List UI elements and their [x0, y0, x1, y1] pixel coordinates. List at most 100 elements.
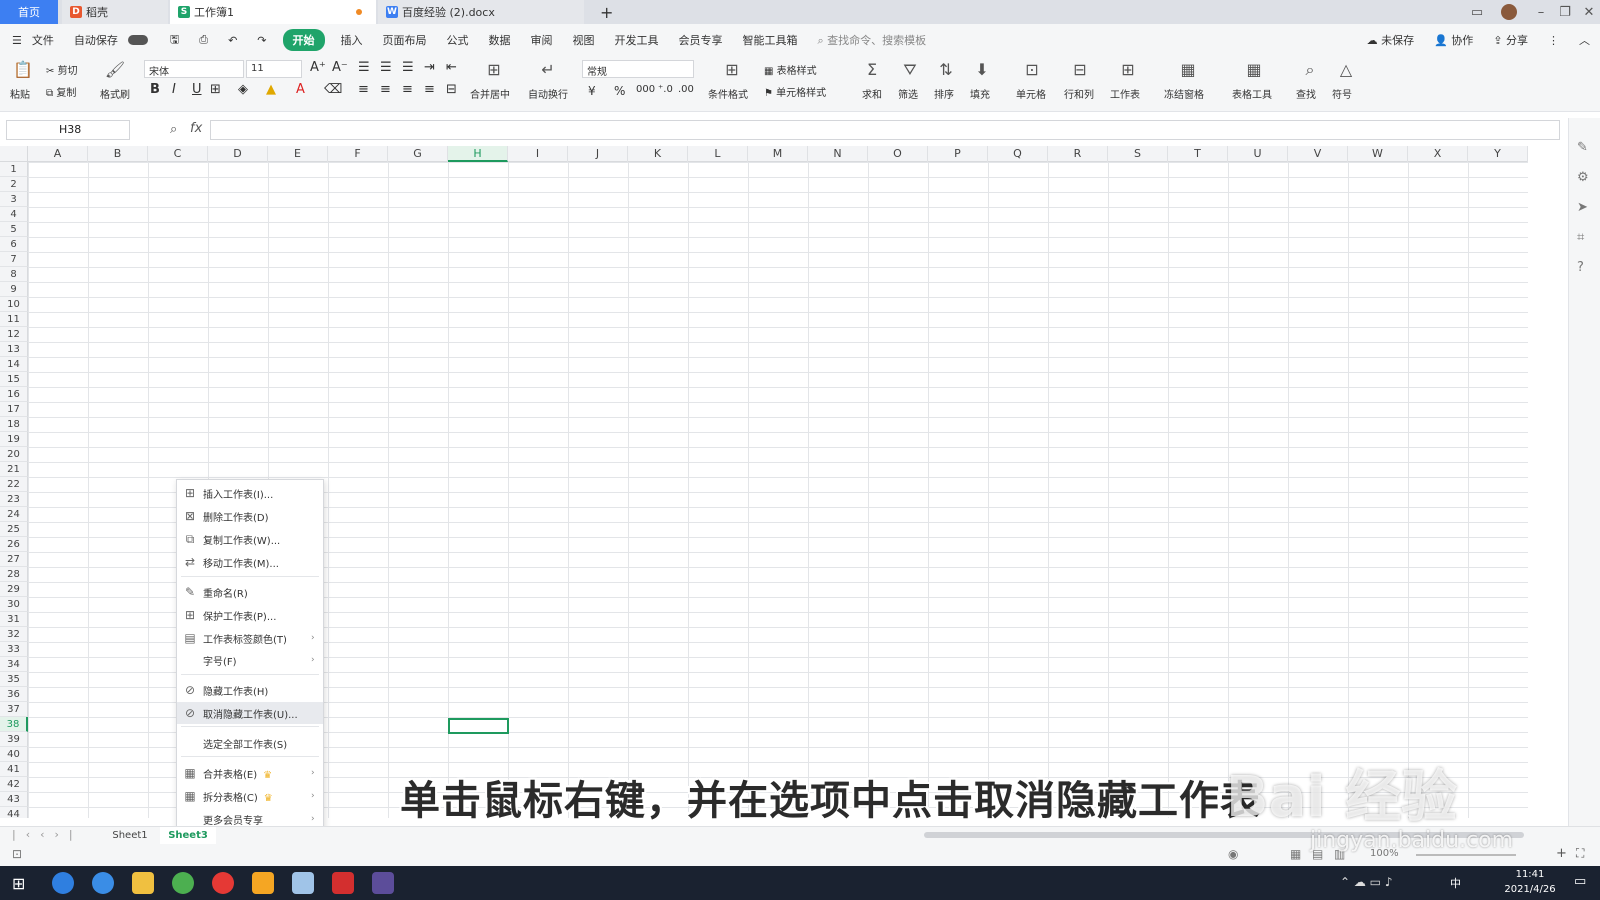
sheet-nav-arrows-icon[interactable]: |‹‹›| — [12, 828, 83, 841]
command-search[interactable]: ⌕ 查找命令、搜索模板 — [808, 32, 937, 48]
cell-icon[interactable]: ⊡ — [1020, 60, 1044, 79]
fill-color-icon[interactable]: ◈ — [238, 82, 248, 97]
column-header[interactable]: K — [628, 146, 688, 162]
column-header[interactable]: W — [1348, 146, 1408, 162]
font-family-select[interactable]: 宋体 — [144, 60, 244, 78]
font-size-select[interactable]: 11 — [246, 60, 302, 78]
column-header[interactable]: X — [1408, 146, 1468, 162]
sort-icon[interactable]: ⇅ — [934, 60, 958, 79]
row-header[interactable]: 16 — [0, 387, 28, 402]
minimize-icon[interactable]: – — [1530, 2, 1552, 22]
more-icon[interactable]: ⋮ — [1538, 34, 1569, 47]
decrease-font-icon[interactable]: A⁻ — [332, 60, 348, 75]
border-icon[interactable]: ⊞ — [210, 82, 221, 97]
column-header[interactable]: V — [1288, 146, 1348, 162]
row-header[interactable]: 14 — [0, 357, 28, 372]
table-tools-button[interactable]: 表格工具 — [1232, 86, 1272, 101]
row-col-icon[interactable]: ⊟ — [1068, 60, 1092, 79]
align-middle-icon[interactable]: ☰ — [380, 60, 392, 75]
column-header[interactable]: I — [508, 146, 568, 162]
filter-icon[interactable]: ⛛ — [898, 60, 922, 80]
crop-icon[interactable]: ⌗ — [1577, 230, 1584, 245]
column-header[interactable]: S — [1108, 146, 1168, 162]
row-header[interactable]: 41 — [0, 762, 28, 777]
row-header[interactable]: 2 — [0, 177, 28, 192]
column-header[interactable]: L — [688, 146, 748, 162]
zoom-in-icon[interactable]: + — [1556, 846, 1567, 861]
row-header[interactable]: 22 — [0, 477, 28, 492]
worksheet-icon[interactable]: ⊞ — [1116, 60, 1140, 79]
menu-view[interactable]: 视图 — [563, 32, 605, 48]
format-painter-icon[interactable]: 🖌 — [104, 60, 126, 79]
macro-record-icon[interactable]: ⊡ — [12, 847, 22, 861]
justify-icon[interactable]: ≡ — [424, 82, 435, 97]
media-player-icon[interactable] — [372, 872, 394, 894]
active-cell[interactable] — [448, 718, 509, 734]
column-header[interactable]: T — [1168, 146, 1228, 162]
row-header[interactable]: 7 — [0, 252, 28, 267]
row-header[interactable]: 35 — [0, 672, 28, 687]
copy-button[interactable]: ⧉ 复制 — [46, 84, 76, 99]
table-style-button[interactable]: ▦ 表格样式 — [764, 62, 817, 77]
menu-review[interactable]: 审阅 — [521, 32, 563, 48]
browser-icon[interactable] — [92, 872, 114, 894]
freeze-panes-button[interactable]: 冻结窗格 — [1164, 86, 1204, 101]
ctx-unhide-sheet[interactable]: ⊘ 取消隐藏工作表(U)... — [177, 702, 323, 724]
row-header[interactable]: 28 — [0, 567, 28, 582]
underline-button[interactable]: U — [192, 82, 202, 97]
menu-insert[interactable]: 插入 — [331, 32, 373, 48]
sum-icon[interactable]: Σ — [860, 60, 884, 79]
ctx-move-sheet[interactable]: ⇄ 移动工作表(M)... — [177, 551, 323, 573]
font-color-icon[interactable]: A — [296, 82, 305, 97]
column-header[interactable]: R — [1048, 146, 1108, 162]
row-header[interactable]: 4 — [0, 207, 28, 222]
row-header[interactable]: 33 — [0, 642, 28, 657]
file-menu[interactable]: 文件 — [32, 32, 64, 48]
sheet-tab-sheet3[interactable]: Sheet3 — [160, 827, 216, 844]
symbol-icon[interactable]: △ — [1334, 60, 1358, 79]
notepad-icon[interactable] — [292, 872, 314, 894]
menu-page-layout[interactable]: 页面布局 — [373, 32, 437, 48]
row-col-button[interactable]: 行和列 — [1064, 86, 1094, 101]
notification-icon[interactable]: ▭ — [1574, 874, 1586, 889]
zoom-formula-icon[interactable]: ⌕ — [170, 122, 177, 137]
bold-button[interactable]: B — [150, 82, 160, 97]
eye-protect-icon[interactable]: ◉ — [1228, 847, 1238, 861]
select-all-corner[interactable] — [0, 146, 28, 162]
unsaved-button[interactable]: ☁ 未保存 — [1357, 32, 1425, 48]
name-box[interactable]: H38 — [6, 120, 130, 140]
column-header[interactable]: U — [1228, 146, 1288, 162]
column-header[interactable]: G — [388, 146, 448, 162]
row-header[interactable]: 34 — [0, 657, 28, 672]
increase-font-icon[interactable]: A⁺ — [310, 60, 326, 75]
row-header[interactable]: 39 — [0, 732, 28, 747]
column-header[interactable]: A — [28, 146, 88, 162]
column-header[interactable]: Y — [1468, 146, 1528, 162]
restore-icon[interactable]: ❐ — [1554, 2, 1576, 22]
merge-center-icon[interactable]: ⊞ — [482, 60, 506, 79]
row-header[interactable]: 11 — [0, 312, 28, 327]
chat-app-icon[interactable] — [252, 872, 274, 894]
row-header[interactable]: 40 — [0, 747, 28, 762]
menu-formula[interactable]: 公式 — [437, 32, 479, 48]
share-button[interactable]: ⇪ 分享 — [1483, 32, 1538, 48]
formula-input[interactable] — [210, 120, 1560, 140]
style-panel-icon[interactable]: ✎ — [1577, 140, 1588, 155]
menu-member[interactable]: 会员专享 — [669, 32, 733, 48]
sum-button[interactable]: 求和 — [862, 86, 882, 101]
clock-time[interactable]: 11:41 — [1500, 869, 1560, 880]
collab-button[interactable]: 👤 协作 — [1424, 32, 1483, 48]
normal-view-icon[interactable]: ▦ — [1290, 847, 1301, 861]
table-tools-icon[interactable]: ▦ — [1242, 60, 1266, 79]
ctx-delete-sheet[interactable]: ⊠ 删除工作表(D) — [177, 505, 323, 527]
close-icon[interactable]: ✕ — [1578, 2, 1600, 22]
ime-indicator[interactable]: 中 — [1450, 875, 1461, 891]
fx-button[interactable]: fx — [190, 121, 202, 136]
ctx-font-size[interactable]: 字号(F) › — [177, 649, 323, 671]
row-header[interactable]: 27 — [0, 552, 28, 567]
column-header[interactable]: D — [208, 146, 268, 162]
row-header[interactable]: 15 — [0, 372, 28, 387]
row-header[interactable]: 38 — [0, 717, 28, 732]
paste-button[interactable]: 粘贴 — [10, 86, 30, 101]
menu-smart-tools[interactable]: 智能工具箱 — [733, 32, 808, 48]
